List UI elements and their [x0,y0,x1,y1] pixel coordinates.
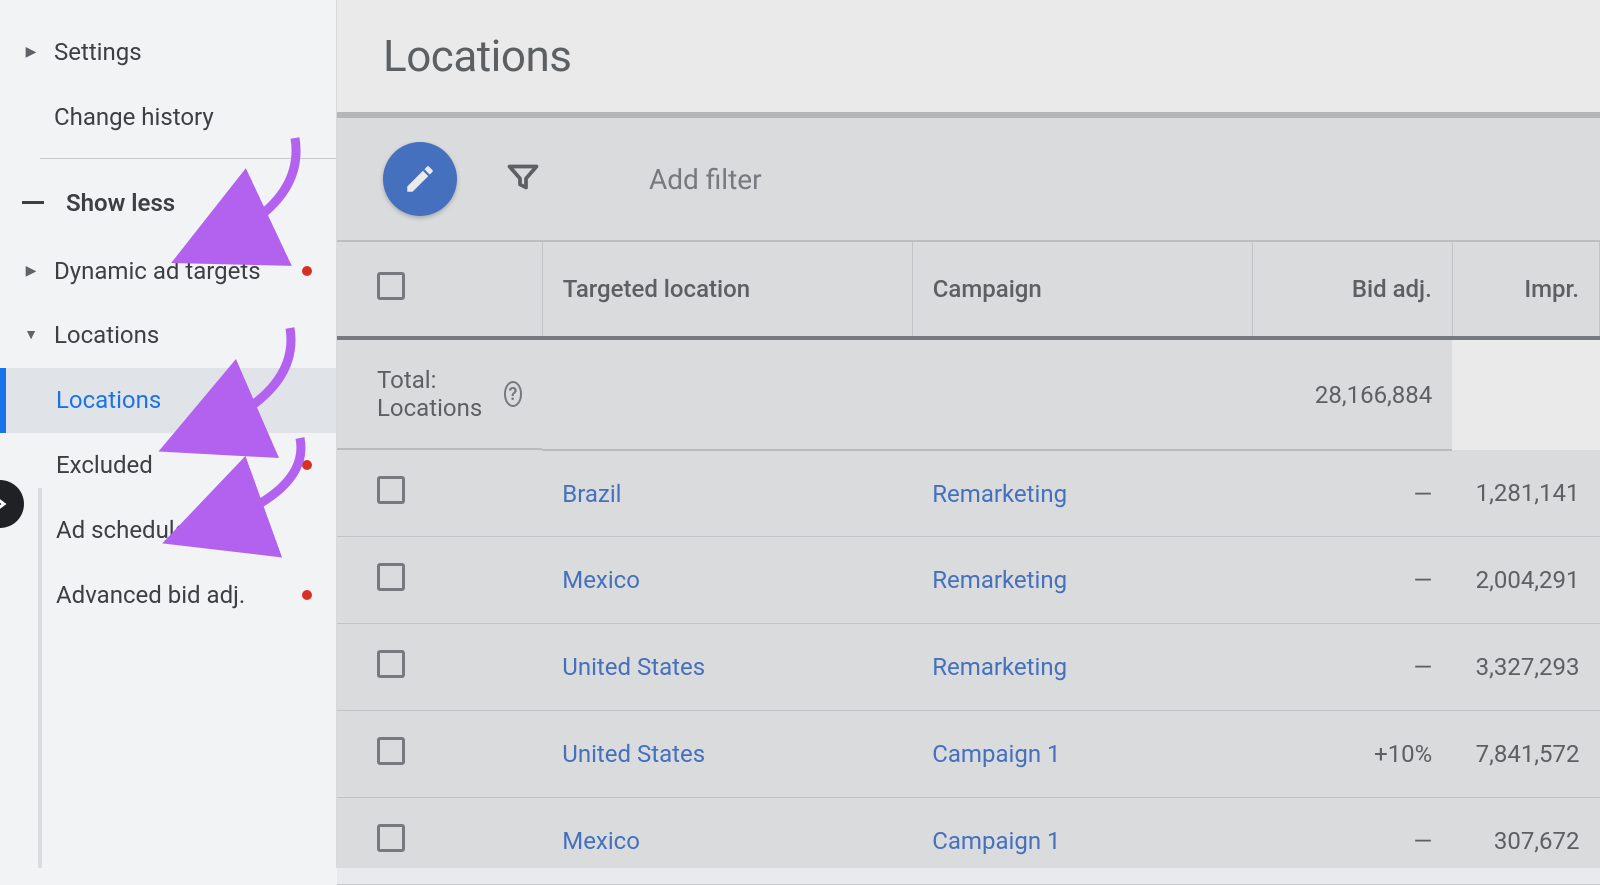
notification-dot-icon [302,460,312,470]
total-campaign-cell [542,338,912,450]
col-bid-adj[interactable]: Bid adj. [1252,242,1452,338]
divider [40,158,336,159]
pencil-icon [403,162,437,196]
main-content: Locations Add filter Targeted location C… [337,0,1600,868]
location-link[interactable]: Brazil [562,480,621,508]
row-checkbox[interactable] [377,563,405,591]
row-checkbox-cell [337,711,542,798]
sidebar-item-label: Change history [54,103,312,132]
row-location-cell: United States [542,711,912,798]
campaign-link[interactable]: Campaign 1 [932,740,1060,768]
page-title: Locations [337,0,1600,112]
notification-dot-icon [302,266,312,276]
total-label-cell: Total: Locations ? [337,340,542,450]
table-row: Brazil Remarketing —1,281,141 [337,450,1600,537]
campaign-link[interactable]: Remarketing [932,566,1067,594]
sidebar-item-label: Excluded [56,451,292,480]
row-campaign-cell: Remarketing [912,450,1252,537]
filter-button[interactable] [505,159,541,199]
sidebar-item-label: Ad schedule [56,516,312,545]
col-impr[interactable]: Impr. [1452,242,1599,338]
row-bid-cell: — [1252,450,1452,537]
sidebar-item-label: Locations [54,321,312,350]
location-link[interactable]: Mexico [562,827,640,855]
sidebar-subitem-excluded[interactable]: Excluded [0,433,336,498]
edit-fab-button[interactable] [383,142,457,216]
add-filter-button[interactable]: Add filter [649,163,762,196]
row-campaign-cell: Campaign 1 [912,711,1252,798]
row-impr-cell: 3,327,293 [1452,624,1599,711]
row-bid-cell: — [1252,798,1452,885]
caret-right-icon: ▶ [22,263,40,280]
filter-icon [505,159,541,195]
row-checkbox[interactable] [377,650,405,678]
show-less-label: Show less [66,189,175,217]
sidebar-subitem-locations[interactable]: Locations [0,368,336,433]
row-impr-cell: 2,004,291 [1452,537,1599,624]
row-checkbox[interactable] [377,737,405,765]
sidebar-item-label: Settings [54,38,312,67]
row-location-cell: Brazil [542,450,912,537]
row-bid-cell: +10% [1252,711,1452,798]
row-checkbox[interactable] [377,476,405,504]
notification-dot-icon [302,590,312,600]
total-impr-cell: 28,166,884 [1252,338,1452,450]
total-label: Total: Locations [377,366,490,422]
row-campaign-cell: Campaign 1 [912,798,1252,885]
sidebar-item-label: Dynamic ad targets [54,257,292,286]
row-impr-cell: 7,841,572 [1452,711,1599,798]
row-checkbox-cell [337,798,542,885]
row-location-cell: Mexico [542,537,912,624]
campaign-link[interactable]: Remarketing [932,653,1067,681]
row-impr-cell: 1,281,141 [1452,450,1599,537]
col-campaign[interactable]: Campaign [912,242,1252,338]
minus-icon [22,201,44,204]
total-bid-cell [912,338,1252,450]
select-all-checkbox[interactable] [377,272,405,300]
row-checkbox[interactable] [377,824,405,852]
row-campaign-cell: Remarketing [912,537,1252,624]
sidebar-item-dynamic-ad-targets[interactable]: ▶ Dynamic ad targets [0,239,336,304]
table-row: Mexico Campaign 1 —307,672 [337,798,1600,885]
sidebar: ▶ Settings Change history Show less ▶ Dy… [0,0,337,868]
campaign-link[interactable]: Remarketing [932,480,1067,508]
table-row: United States Campaign 1 +10%7,841,572 [337,711,1600,798]
row-location-cell: Mexico [542,798,912,885]
row-campaign-cell: Remarketing [912,624,1252,711]
table-row: Mexico Remarketing —2,004,291 [337,537,1600,624]
locations-table: Targeted location Campaign Bid adj. Impr… [337,242,1600,885]
caret-down-icon: ▼ [22,327,40,344]
sidebar-item-label: Locations [56,386,312,415]
row-checkbox-cell [337,450,542,537]
row-bid-cell: — [1252,624,1452,711]
table-row: United States Remarketing —3,327,293 [337,624,1600,711]
sidebar-subitem-ad-schedule[interactable]: Ad schedule [0,498,336,563]
row-location-cell: United States [542,624,912,711]
help-icon[interactable]: ? [504,381,523,407]
location-link[interactable]: United States [562,653,705,681]
location-link[interactable]: Mexico [562,566,640,594]
table-header-row: Targeted location Campaign Bid adj. Impr… [337,242,1600,338]
col-targeted-location[interactable]: Targeted location [542,242,912,338]
row-checkbox-cell [337,537,542,624]
row-bid-cell: — [1252,537,1452,624]
location-link[interactable]: United States [562,740,705,768]
row-impr-cell: 307,672 [1452,798,1599,885]
sidebar-item-settings[interactable]: ▶ Settings [0,20,336,85]
show-less-toggle[interactable]: Show less [0,167,336,239]
sidebar-subitem-advanced-bid-adj[interactable]: Advanced bid adj. [0,563,336,628]
campaign-link[interactable]: Campaign 1 [932,827,1060,855]
caret-right-icon: ▶ [22,44,40,61]
sidebar-item-label: Advanced bid adj. [56,581,292,610]
toolbar: Add filter [337,112,1600,242]
sidebar-item-locations[interactable]: ▼ Locations [0,303,336,368]
select-all-header [337,242,542,338]
row-checkbox-cell [337,624,542,711]
sidebar-item-change-history[interactable]: Change history [0,85,336,150]
table-total-row: Total: Locations ? 28,166,884 [337,338,1600,450]
